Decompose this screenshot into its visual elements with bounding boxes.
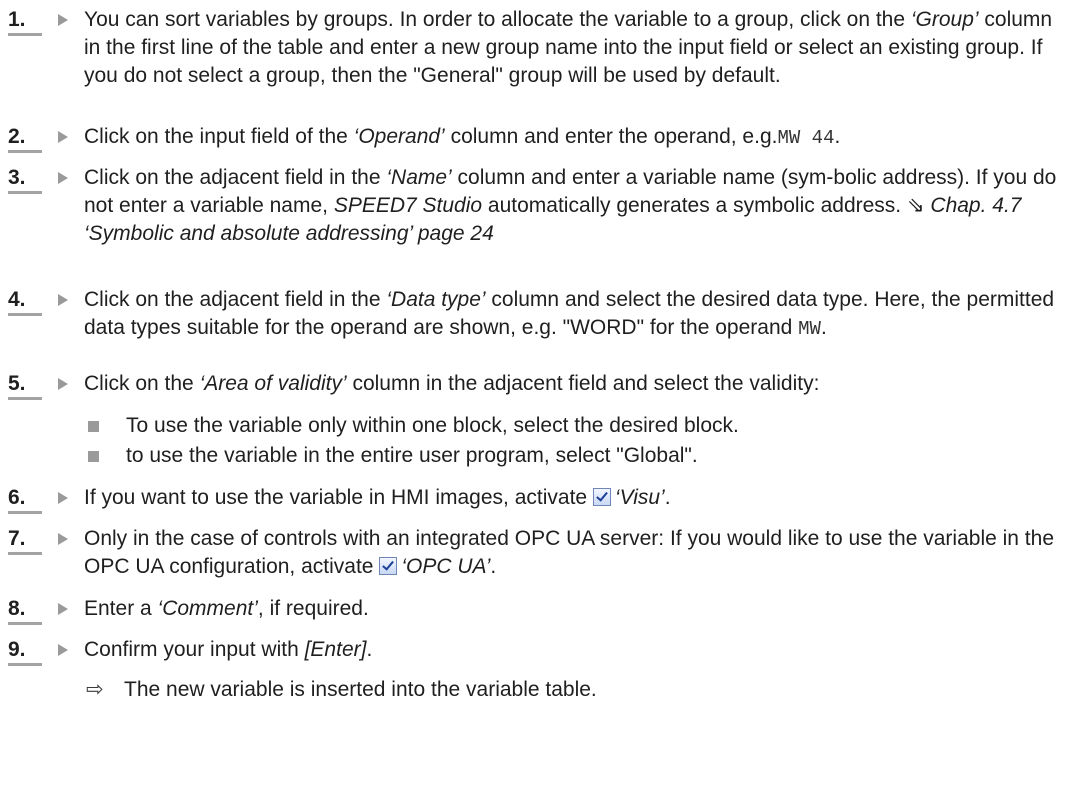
triangle-right-icon [58, 14, 68, 26]
triangle-right-icon [58, 533, 68, 545]
ui-term: ‘Area of validity’ [199, 372, 347, 395]
step-number: 6. [8, 484, 42, 514]
cross-reference-icon: ⇘ [906, 194, 931, 217]
ui-term: ‘Group’ [910, 8, 979, 31]
step-text: Click on the adjacent field in the ‘Data… [84, 288, 1055, 340]
step-number: 7. [8, 525, 42, 555]
ui-term: ‘Name’ [386, 166, 452, 189]
ui-term: ‘OPC UA’ [401, 555, 491, 578]
ui-term: ‘Visu’ [614, 486, 665, 509]
step-number: 8. [8, 595, 42, 625]
key-name: [Enter] [304, 638, 367, 661]
checked-checkbox-icon [379, 557, 398, 575]
result-arrow-icon: ⇨ [86, 678, 104, 701]
square-bullet-icon [88, 421, 99, 432]
code-value: MW [798, 318, 821, 340]
step-text: Only in the case of controls with an int… [84, 527, 1054, 578]
step-number: 9. [8, 636, 42, 666]
triangle-right-icon [58, 172, 68, 184]
step-number: 1. [8, 6, 42, 36]
triangle-right-icon [58, 492, 68, 504]
ui-term: ‘Comment’ [157, 597, 258, 620]
step-text: Confirm your input with [Enter]. [84, 638, 373, 661]
checked-checkbox-icon [592, 488, 611, 506]
step-text: You can sort variables by groups. In ord… [84, 8, 1053, 87]
triangle-right-icon [58, 131, 68, 143]
step-number: 4. [8, 286, 42, 316]
step-number: 3. [8, 164, 42, 194]
step-text: Click on the ‘Area of validity’ column i… [84, 372, 820, 395]
triangle-right-icon [58, 644, 68, 656]
code-value: MW 44 [777, 127, 835, 149]
step-text: Enter a ‘Comment’, if required. [84, 597, 369, 620]
product-name: SPEED7 Studio [333, 194, 483, 217]
step-number: 5. [8, 370, 42, 400]
step-text: Click on the adjacent field in the ‘Name… [84, 166, 1057, 245]
triangle-right-icon [58, 294, 68, 306]
square-bullet-icon [88, 451, 99, 462]
triangle-right-icon [58, 378, 68, 390]
step-number: 2. [8, 123, 42, 153]
step-text: Click on the input field of the ‘Operand… [84, 125, 841, 149]
ui-term: ‘Data type’ [386, 288, 486, 311]
triangle-right-icon [58, 603, 68, 615]
step-text: If you want to use the variable in HMI i… [84, 486, 671, 509]
ui-term: ‘Operand’ [353, 125, 445, 148]
